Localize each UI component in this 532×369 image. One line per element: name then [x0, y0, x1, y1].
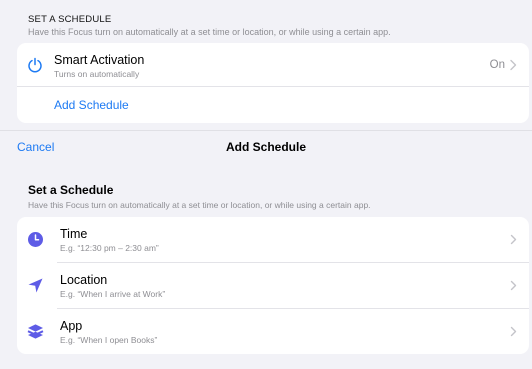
time-option-subtitle: E.g. “12:30 pm – 2:30 am” — [60, 243, 159, 253]
schedule-card: Smart Activation Turns on automatically … — [17, 43, 529, 123]
chevron-right-icon — [510, 59, 517, 71]
smart-activation-row[interactable]: Smart Activation Turns on automatically … — [17, 43, 529, 87]
schedule-options-list: Time E.g. “12:30 pm – 2:30 am” Location … — [17, 217, 529, 354]
location-option-subtitle: E.g. “When I arrive at Work” — [60, 289, 166, 299]
smart-activation-value: On — [489, 59, 505, 71]
section-title: Set a Schedule — [28, 183, 114, 197]
location-option-title: Location — [60, 273, 108, 287]
time-option-row[interactable]: Time E.g. “12:30 pm – 2:30 am” — [17, 217, 529, 262]
add-schedule-link[interactable]: Add Schedule — [54, 98, 129, 112]
chevron-right-icon — [510, 234, 517, 245]
chevron-right-icon — [510, 326, 517, 337]
smart-activation-subtitle: Turns on automatically — [54, 69, 140, 79]
cancel-button[interactable]: Cancel — [17, 140, 54, 154]
background-section-subtitle: Have this Focus turn on automatically at… — [28, 27, 391, 37]
power-icon — [28, 57, 42, 73]
add-schedule-sheet: Add Schedule Cancel Set a Schedule Have … — [0, 130, 532, 369]
app-option-row[interactable]: App E.g. “When I open Books” — [17, 309, 529, 354]
app-option-title: App — [60, 319, 83, 333]
chevron-right-icon — [510, 280, 517, 291]
clock-icon — [28, 232, 43, 247]
sheet-title: Add Schedule — [225, 140, 306, 154]
app-stack-icon — [27, 324, 44, 339]
time-option-title: Time — [60, 227, 88, 241]
location-arrow-icon — [28, 278, 43, 293]
smart-activation-title: Smart Activation — [54, 53, 145, 67]
location-option-row[interactable]: Location E.g. “When I arrive at Work” — [17, 263, 529, 308]
background-section-header: SET A SCHEDULE — [28, 14, 112, 25]
section-subtitle: Have this Focus turn on automatically at… — [28, 200, 371, 210]
app-option-subtitle: E.g. “When I open Books” — [60, 335, 158, 345]
